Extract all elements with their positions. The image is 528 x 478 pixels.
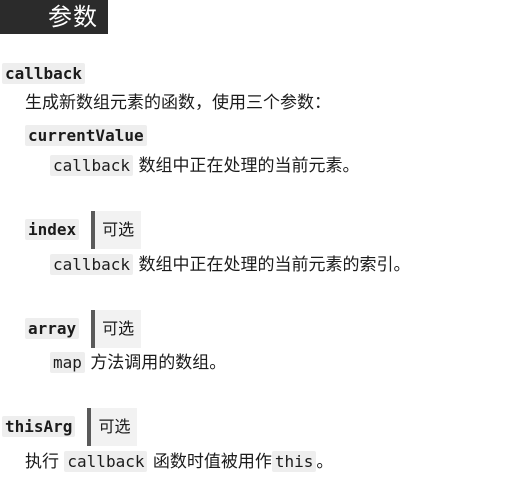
section-heading-text: 参数 xyxy=(48,3,98,31)
param-callback-description: 生成新数组元素的函数，使用三个参数： xyxy=(25,91,331,115)
param-index-term: index 可选 xyxy=(25,211,142,249)
param-thisarg-suffix: 。 xyxy=(316,452,334,472)
param-index-description-text: 数组中正在处理的当前元素的索引。 xyxy=(138,255,411,275)
param-thisarg-prefix: 执行 xyxy=(25,452,59,472)
param-index-optional-badge: 可选 xyxy=(91,211,142,249)
param-currentvalue-code: callback xyxy=(50,155,134,176)
param-thisarg-description: 执行 callback 函数时值被用作 this。 xyxy=(25,450,333,474)
param-currentvalue-term: currentValue xyxy=(25,124,147,148)
param-thisarg-name: thisArg xyxy=(2,416,76,437)
param-index-description: callback 数组中正在处理的当前元素的索引。 xyxy=(50,253,410,277)
section-heading: 参数 xyxy=(0,0,108,34)
param-array-description-text: 方法调用的数组。 xyxy=(90,353,227,373)
param-callback-description-text: 生成新数组元素的函数，使用三个参数： xyxy=(25,93,331,113)
param-currentvalue-name: currentValue xyxy=(25,125,147,146)
param-thisarg-code-this: this xyxy=(271,451,317,472)
param-index-name: index xyxy=(25,219,80,240)
param-thisarg-middle: 函数时值被用作 xyxy=(152,452,272,472)
param-currentvalue-description-text: 数组中正在处理的当前元素。 xyxy=(138,156,360,176)
param-array-term: array 可选 xyxy=(25,310,142,348)
param-callback-name: callback xyxy=(2,63,86,84)
param-thisarg-code: callback xyxy=(64,451,148,472)
param-thisarg-term: thisArg 可选 xyxy=(2,408,138,446)
param-callback-term: callback xyxy=(2,62,86,86)
param-index-code: callback xyxy=(50,254,134,275)
param-thisarg-optional-badge: 可选 xyxy=(87,408,138,446)
param-currentvalue-description: callback 数组中正在处理的当前元素。 xyxy=(50,154,359,178)
param-array-name: array xyxy=(25,318,80,339)
param-array-code: map xyxy=(50,352,85,373)
param-array-description: map 方法调用的数组。 xyxy=(50,351,226,375)
param-array-optional-badge: 可选 xyxy=(91,310,142,348)
